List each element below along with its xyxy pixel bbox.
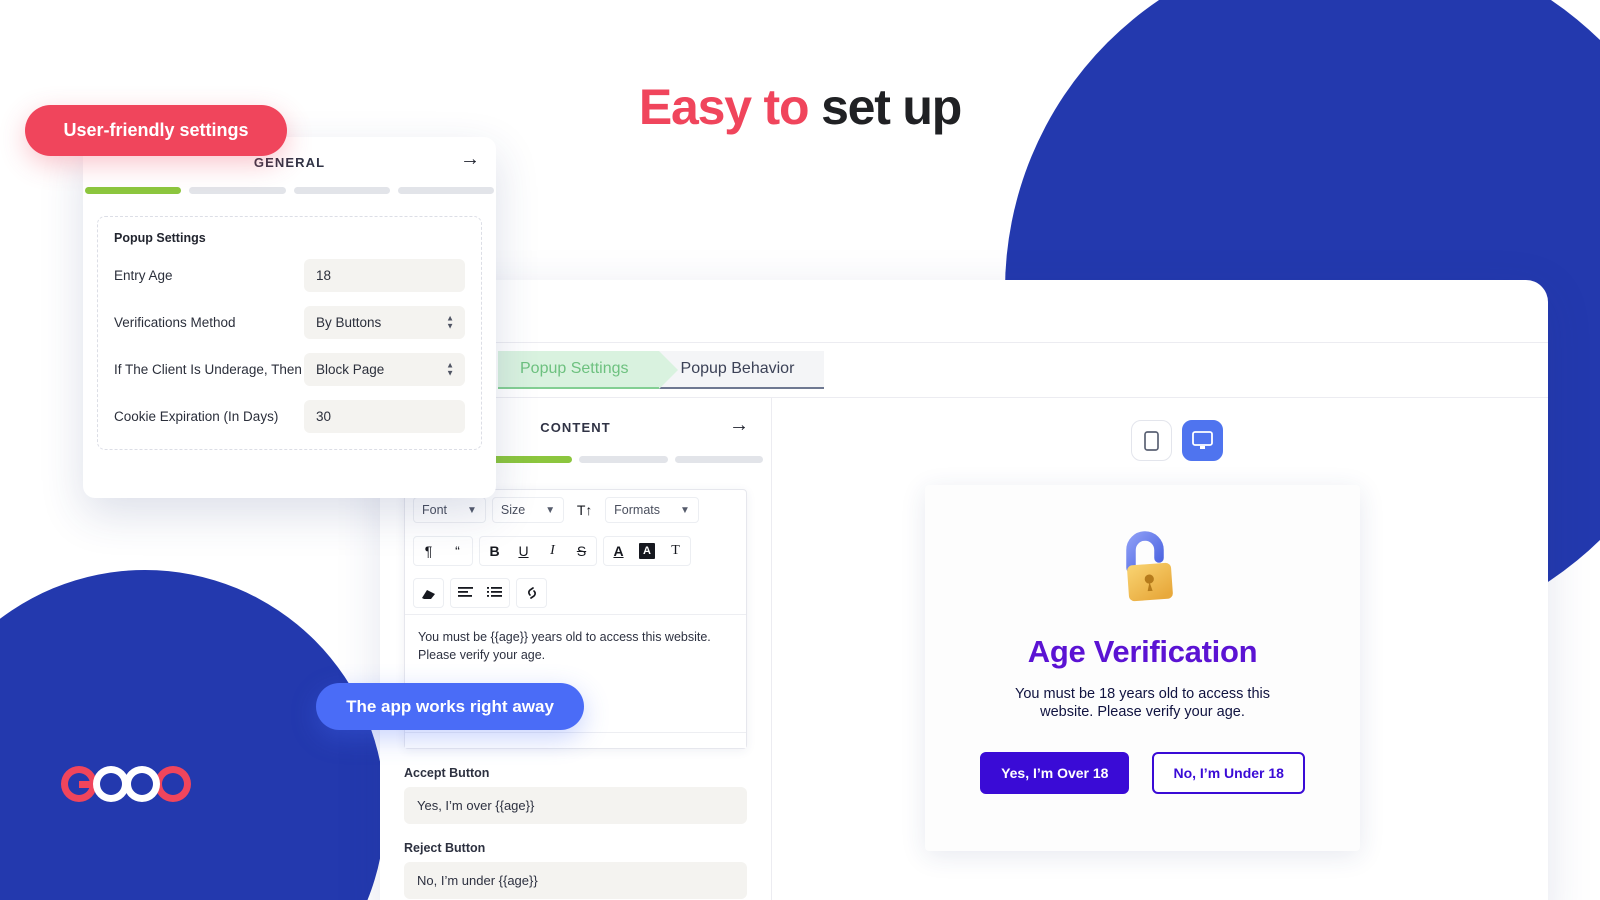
content-panel-title: CONTENT xyxy=(540,419,611,435)
blockquote-icon[interactable]: “ xyxy=(443,537,472,565)
formats-select[interactable]: Formats ▼ xyxy=(605,497,699,523)
step-indicator xyxy=(293,187,390,194)
general-settings-card: GENERAL → Popup Settings Entry Age 18 Ve… xyxy=(83,137,496,498)
step-indicator xyxy=(579,456,668,463)
font-select-label: Font xyxy=(422,503,448,517)
list-group xyxy=(450,578,510,608)
editor-toolbar-row-3 xyxy=(405,572,746,614)
color-group: A A T xyxy=(603,536,691,566)
arrow-right-icon[interactable]: → xyxy=(460,149,480,169)
window-topbar xyxy=(380,280,1548,342)
block-format-group: ¶ “ xyxy=(413,536,473,566)
bold-icon[interactable]: B xyxy=(480,537,509,565)
popup-preview-title: Age Verification xyxy=(1027,634,1258,669)
step-indicator xyxy=(189,187,286,194)
tab-popup-settings-label: Popup Settings xyxy=(520,360,629,377)
popup-reject-button[interactable]: No, I’m Under 18 xyxy=(1152,751,1305,794)
link-icon[interactable] xyxy=(517,579,546,607)
align-left-icon[interactable] xyxy=(451,579,480,607)
app-window: Popup Settings Popup Behavior Age Verifi… xyxy=(380,280,1548,900)
popup-preview-buttons: Yes, I’m Over 18 No, I’m Under 18 xyxy=(925,751,1360,794)
background-color-icon[interactable]: A xyxy=(639,543,655,559)
field-verifications-method: Verifications Method By Buttons ▲ ▼ xyxy=(114,306,465,339)
field-cookie-expiration: Cookie Expiration (In Days) 30 xyxy=(114,400,465,433)
editor-toolbar-row-2: ¶ “ B U I S A A T xyxy=(405,530,746,572)
eraser-group xyxy=(413,578,444,608)
chevron-down-icon: ▼ xyxy=(467,504,477,516)
accept-button-input[interactable]: Yes, I’m over {{age}} xyxy=(404,787,747,824)
badge-works-right-away: The app works right away xyxy=(316,683,584,730)
paragraph-icon[interactable]: ¶ xyxy=(414,537,443,565)
size-select[interactable]: Size ▼ xyxy=(491,497,565,523)
field-label: Entry Age xyxy=(114,267,173,283)
select-value: Block Page xyxy=(316,362,385,377)
step-indicator xyxy=(397,187,494,194)
reject-button-label: Reject Button xyxy=(404,841,486,855)
formats-select-label: Formats xyxy=(614,503,660,517)
eraser-icon[interactable] xyxy=(414,579,443,607)
field-label: Verifications Method xyxy=(114,314,236,330)
popup-preview: Age Verification You must be 18 years ol… xyxy=(925,485,1360,851)
general-step-progress xyxy=(83,187,496,194)
popup-accept-button[interactable]: Yes, I’m Over 18 xyxy=(980,751,1130,794)
stepper-arrows-icon: ▲ ▼ xyxy=(446,313,454,331)
underage-action-select[interactable]: Block Page ▲ ▼ xyxy=(304,353,465,386)
tab-popup-behavior-label: Popup Behavior xyxy=(680,360,795,377)
page-title-accent: Easy to xyxy=(638,79,810,135)
mobile-icon xyxy=(1144,430,1159,451)
page-title-rest: set up xyxy=(821,79,962,135)
text-color-icon[interactable]: A xyxy=(604,537,633,565)
strikethrough-icon[interactable]: S xyxy=(567,537,596,565)
popup-settings-section-title: Popup Settings xyxy=(114,231,206,245)
breadcrumb: Popup Settings Popup Behavior xyxy=(498,351,825,389)
general-settings-body: Popup Settings Entry Age 18 Verification… xyxy=(97,216,482,450)
text-style-group: B U I S xyxy=(479,536,597,566)
desktop-icon xyxy=(1192,431,1213,450)
underline-icon[interactable]: U xyxy=(509,537,538,565)
chevron-right-icon xyxy=(658,351,678,389)
window-tabbar: Popup Settings Popup Behavior xyxy=(380,342,1548,461)
ordered-list-icon[interactable] xyxy=(480,579,509,607)
step-indicator xyxy=(85,187,182,194)
field-label: If The Client Is Underage, Then xyxy=(114,361,302,377)
italic-icon[interactable]: I xyxy=(538,537,567,565)
tab-popup-settings[interactable]: Popup Settings xyxy=(498,351,678,389)
page-root: Easy to set up Popup Settings Popup Beha… xyxy=(0,0,1600,900)
font-size-icon[interactable]: T↑ xyxy=(570,496,599,524)
chevron-down-icon: ▼ xyxy=(680,504,690,516)
entry-age-input[interactable]: 18 xyxy=(304,259,465,292)
badge-user-friendly-settings: User-friendly settings xyxy=(25,105,287,156)
arrow-right-icon[interactable]: → xyxy=(729,415,749,435)
reject-button-input[interactable]: No, I’m under {{age}} xyxy=(404,862,747,899)
field-label: Cookie Expiration (In Days) xyxy=(114,408,279,424)
font-select[interactable]: Font ▼ xyxy=(413,497,486,523)
decorative-blue-circle-bottom-left xyxy=(0,570,385,900)
popup-preview-body: You must be 18 years old to access this … xyxy=(1015,686,1270,720)
cookie-expiration-input[interactable]: 30 xyxy=(304,400,465,433)
gooo-logo xyxy=(50,759,202,809)
field-entry-age: Entry Age 18 xyxy=(114,259,465,292)
select-value: By Buttons xyxy=(316,315,382,330)
step-indicator xyxy=(674,456,763,463)
accept-button-label: Accept Button xyxy=(404,766,490,780)
general-card-title: GENERAL xyxy=(253,154,326,170)
stepper-arrows-icon: ▲ ▼ xyxy=(446,360,454,378)
size-select-label: Size xyxy=(500,503,526,517)
chevron-down-icon: ▼ xyxy=(545,504,556,516)
mobile-view-button[interactable] xyxy=(1131,420,1172,461)
desktop-view-button[interactable] xyxy=(1182,420,1223,461)
open-padlock-icon xyxy=(925,522,1360,614)
clear-format-icon[interactable]: T xyxy=(661,537,690,565)
editor-statusbar xyxy=(405,732,746,748)
device-toggle-group xyxy=(1131,420,1223,461)
verifications-method-select[interactable]: By Buttons ▲ ▼ xyxy=(304,306,465,339)
link-group xyxy=(516,578,547,608)
tab-popup-behavior[interactable]: Popup Behavior xyxy=(658,351,825,389)
field-underage-action: If The Client Is Underage, Then Block Pa… xyxy=(114,353,465,386)
step-indicator xyxy=(483,456,572,463)
